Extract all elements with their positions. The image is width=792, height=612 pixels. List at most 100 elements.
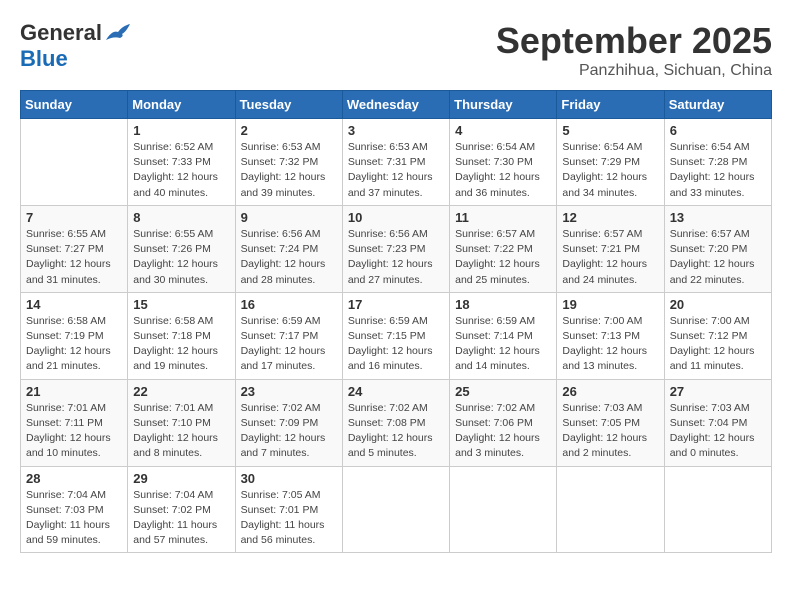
calendar-cell	[450, 466, 557, 553]
day-info: Sunrise: 6:52 AM Sunset: 7:33 PM Dayligh…	[133, 140, 229, 201]
day-number: 24	[348, 384, 444, 399]
day-info: Sunrise: 7:04 AM Sunset: 7:03 PM Dayligh…	[26, 488, 122, 549]
day-info: Sunrise: 6:54 AM Sunset: 7:29 PM Dayligh…	[562, 140, 658, 201]
calendar-cell: 17 Sunrise: 6:59 AM Sunset: 7:15 PM Dayli…	[342, 292, 449, 379]
weekday-header-monday: Monday	[128, 91, 235, 119]
calendar-cell: 2 Sunrise: 6:53 AM Sunset: 7:32 PM Daylig…	[235, 119, 342, 206]
calendar-cell: 8Sunrise: 6:55 AM Sunset: 7:26 PM Daylig…	[128, 205, 235, 292]
logo-bird-icon	[104, 22, 132, 44]
calendar-cell: 19 Sunrise: 7:00 AM Sunset: 7:13 PM Dayli…	[557, 292, 664, 379]
weekday-header-friday: Friday	[557, 91, 664, 119]
calendar-table: SundayMondayTuesdayWednesdayThursdayFrid…	[20, 90, 772, 553]
day-info: Sunrise: 6:53 AM Sunset: 7:32 PM Dayligh…	[241, 140, 337, 201]
calendar-cell: 7 Sunrise: 6:55 AM Sunset: 7:27 PM Daylig…	[21, 205, 128, 292]
day-number: 27	[670, 384, 766, 399]
day-number: 11	[455, 210, 551, 225]
day-info: Sunrise: 7:02 AM Sunset: 7:09 PM Dayligh…	[241, 401, 337, 462]
calendar-cell: 29Sunrise: 7:04 AM Sunset: 7:02 PM Dayli…	[128, 466, 235, 553]
day-info: Sunrise: 7:03 AM Sunset: 7:05 PM Dayligh…	[562, 401, 658, 462]
calendar-cell: 5 Sunrise: 6:54 AM Sunset: 7:29 PM Daylig…	[557, 119, 664, 206]
day-info: Sunrise: 6:58 AM Sunset: 7:19 PM Dayligh…	[26, 314, 122, 375]
week-row-2: 7 Sunrise: 6:55 AM Sunset: 7:27 PM Daylig…	[21, 205, 772, 292]
page-header: General Blue September 2025 Panzhihua, S…	[20, 20, 772, 80]
day-info: Sunrise: 6:55 AM Sunset: 7:26 PM Dayligh…	[133, 227, 229, 288]
day-number: 20	[670, 297, 766, 312]
weekday-header-sunday: Sunday	[21, 91, 128, 119]
day-info: Sunrise: 7:01 AM Sunset: 7:11 PM Dayligh…	[26, 401, 122, 462]
calendar-cell	[21, 119, 128, 206]
calendar-cell: 30Sunrise: 7:05 AM Sunset: 7:01 PM Dayli…	[235, 466, 342, 553]
day-number: 28	[26, 471, 122, 486]
day-number: 22	[133, 384, 229, 399]
day-number: 9	[241, 210, 337, 225]
calendar-cell: 22 Sunrise: 7:01 AM Sunset: 7:10 PM Dayli…	[128, 379, 235, 466]
weekday-header-row: SundayMondayTuesdayWednesdayThursdayFrid…	[21, 91, 772, 119]
day-info: Sunrise: 6:55 AM Sunset: 7:27 PM Dayligh…	[26, 227, 122, 288]
calendar-cell: 20 Sunrise: 7:00 AM Sunset: 7:12 PM Dayli…	[664, 292, 771, 379]
day-info: Sunrise: 6:53 AM Sunset: 7:31 PM Dayligh…	[348, 140, 444, 201]
day-number: 15	[133, 297, 229, 312]
calendar-cell	[664, 466, 771, 553]
day-info: Sunrise: 6:57 AM Sunset: 7:20 PM Dayligh…	[670, 227, 766, 288]
day-info: Sunrise: 6:56 AM Sunset: 7:23 PM Dayligh…	[348, 227, 444, 288]
day-info: Sunrise: 7:00 AM Sunset: 7:12 PM Dayligh…	[670, 314, 766, 375]
day-number: 7	[26, 210, 122, 225]
logo: General Blue	[20, 20, 132, 72]
day-number: 23	[241, 384, 337, 399]
weekday-header-tuesday: Tuesday	[235, 91, 342, 119]
day-info: Sunrise: 6:58 AM Sunset: 7:18 PM Dayligh…	[133, 314, 229, 375]
week-row-1: 1Sunrise: 6:52 AM Sunset: 7:33 PM Daylig…	[21, 119, 772, 206]
day-info: Sunrise: 7:01 AM Sunset: 7:10 PM Dayligh…	[133, 401, 229, 462]
day-info: Sunrise: 6:59 AM Sunset: 7:14 PM Dayligh…	[455, 314, 551, 375]
month-title: September 2025	[496, 20, 772, 62]
day-info: Sunrise: 6:54 AM Sunset: 7:28 PM Dayligh…	[670, 140, 766, 201]
calendar-cell: 11 Sunrise: 6:57 AM Sunset: 7:22 PM Dayli…	[450, 205, 557, 292]
week-row-4: 21 Sunrise: 7:01 AM Sunset: 7:11 PM Dayli…	[21, 379, 772, 466]
day-info: Sunrise: 7:00 AM Sunset: 7:13 PM Dayligh…	[562, 314, 658, 375]
calendar-cell: 14 Sunrise: 6:58 AM Sunset: 7:19 PM Dayli…	[21, 292, 128, 379]
day-info: Sunrise: 6:54 AM Sunset: 7:30 PM Dayligh…	[455, 140, 551, 201]
day-number: 12	[562, 210, 658, 225]
calendar-cell: 10Sunrise: 6:56 AM Sunset: 7:23 PM Dayli…	[342, 205, 449, 292]
location-subtitle: Panzhihua, Sichuan, China	[496, 62, 772, 80]
calendar-cell: 28 Sunrise: 7:04 AM Sunset: 7:03 PM Dayli…	[21, 466, 128, 553]
day-number: 25	[455, 384, 551, 399]
week-row-3: 14 Sunrise: 6:58 AM Sunset: 7:19 PM Dayli…	[21, 292, 772, 379]
day-info: Sunrise: 6:59 AM Sunset: 7:17 PM Dayligh…	[241, 314, 337, 375]
calendar-cell: 24 Sunrise: 7:02 AM Sunset: 7:08 PM Dayli…	[342, 379, 449, 466]
day-info: Sunrise: 7:04 AM Sunset: 7:02 PM Dayligh…	[133, 488, 229, 549]
week-row-5: 28 Sunrise: 7:04 AM Sunset: 7:03 PM Dayli…	[21, 466, 772, 553]
weekday-header-saturday: Saturday	[664, 91, 771, 119]
calendar-cell: 26 Sunrise: 7:03 AM Sunset: 7:05 PM Dayli…	[557, 379, 664, 466]
day-number: 6	[670, 123, 766, 138]
calendar-cell: 6 Sunrise: 6:54 AM Sunset: 7:28 PM Daylig…	[664, 119, 771, 206]
calendar-cell: 25Sunrise: 7:02 AM Sunset: 7:06 PM Dayli…	[450, 379, 557, 466]
calendar-cell: 13Sunrise: 6:57 AM Sunset: 7:20 PM Dayli…	[664, 205, 771, 292]
day-number: 26	[562, 384, 658, 399]
calendar-cell: 9Sunrise: 6:56 AM Sunset: 7:24 PM Daylig…	[235, 205, 342, 292]
calendar-cell: 12 Sunrise: 6:57 AM Sunset: 7:21 PM Dayli…	[557, 205, 664, 292]
calendar-cell: 18Sunrise: 6:59 AM Sunset: 7:14 PM Dayli…	[450, 292, 557, 379]
day-number: 17	[348, 297, 444, 312]
day-info: Sunrise: 7:02 AM Sunset: 7:08 PM Dayligh…	[348, 401, 444, 462]
day-number: 14	[26, 297, 122, 312]
day-number: 3	[348, 123, 444, 138]
logo-blue-text: Blue	[20, 46, 68, 72]
day-info: Sunrise: 6:57 AM Sunset: 7:22 PM Dayligh…	[455, 227, 551, 288]
day-number: 4	[455, 123, 551, 138]
day-info: Sunrise: 6:59 AM Sunset: 7:15 PM Dayligh…	[348, 314, 444, 375]
calendar-cell: 4 Sunrise: 6:54 AM Sunset: 7:30 PM Daylig…	[450, 119, 557, 206]
day-number: 2	[241, 123, 337, 138]
day-info: Sunrise: 7:05 AM Sunset: 7:01 PM Dayligh…	[241, 488, 337, 549]
calendar-cell: 16 Sunrise: 6:59 AM Sunset: 7:17 PM Dayli…	[235, 292, 342, 379]
weekday-header-thursday: Thursday	[450, 91, 557, 119]
calendar-cell: 27Sunrise: 7:03 AM Sunset: 7:04 PM Dayli…	[664, 379, 771, 466]
day-info: Sunrise: 6:57 AM Sunset: 7:21 PM Dayligh…	[562, 227, 658, 288]
day-number: 21	[26, 384, 122, 399]
calendar-cell	[557, 466, 664, 553]
day-number: 5	[562, 123, 658, 138]
calendar-cell: 15 Sunrise: 6:58 AM Sunset: 7:18 PM Dayli…	[128, 292, 235, 379]
day-number: 16	[241, 297, 337, 312]
calendar-cell	[342, 466, 449, 553]
day-number: 19	[562, 297, 658, 312]
